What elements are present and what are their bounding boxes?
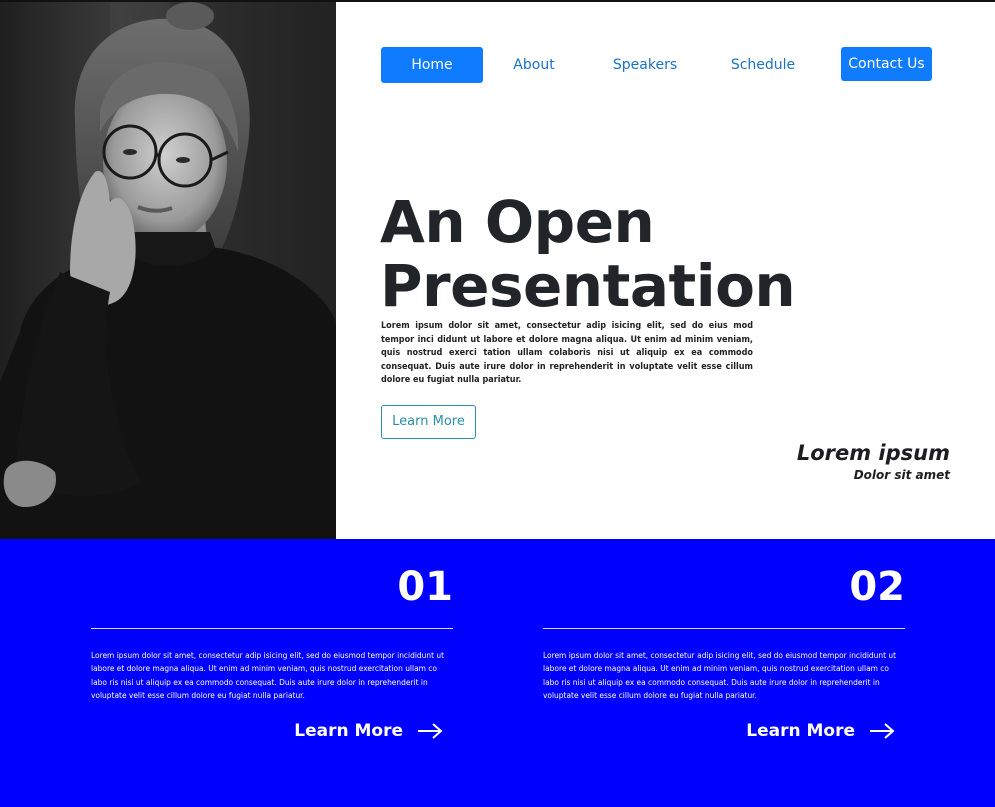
features-band: 01 Lorem ipsum dolor sit amet, consectet… [0, 539, 995, 807]
feature-card-2: 02 Lorem ipsum dolor sit amet, consectet… [543, 539, 905, 807]
nav-schedule-link[interactable]: Schedule [722, 47, 804, 83]
nav-about-link[interactable]: About [497, 47, 571, 83]
divider [543, 628, 905, 629]
feature-learn-more-link[interactable]: Learn More [294, 719, 443, 743]
feature-description: Lorem ipsum dolor sit amet, consectetur … [543, 650, 897, 701]
hero-portrait-image [0, 2, 336, 539]
divider [91, 628, 453, 629]
hero-title-line-2: Presentation [380, 252, 796, 320]
feature-learn-more-link[interactable]: Learn More [746, 719, 895, 743]
arrow-right-icon [870, 723, 895, 739]
contact-us-button[interactable]: Contact Us [841, 47, 932, 81]
nav-speakers-link[interactable]: Speakers [604, 47, 686, 83]
feature-number: 02 [849, 564, 905, 610]
hero-title: An Open Presentation [380, 190, 800, 318]
arrow-right-icon [418, 723, 443, 739]
hero-title-line-1: An Open [380, 188, 655, 256]
hero-learn-more-button[interactable]: Learn More [381, 405, 476, 439]
feature-number: 01 [397, 564, 453, 610]
tagline-title: Lorem ipsum [796, 441, 950, 465]
feature-learn-more-label: Learn More [294, 721, 403, 741]
hero-description: Lorem ipsum dolor sit amet, consectetur … [381, 321, 753, 385]
nav-home-button[interactable]: Home [381, 47, 483, 83]
feature-card-1: 01 Lorem ipsum dolor sit amet, consectet… [91, 539, 453, 807]
feature-learn-more-label: Learn More [746, 721, 855, 741]
feature-description: Lorem ipsum dolor sit amet, consectetur … [91, 650, 445, 701]
tagline-subtitle: Dolor sit amet [853, 468, 950, 482]
